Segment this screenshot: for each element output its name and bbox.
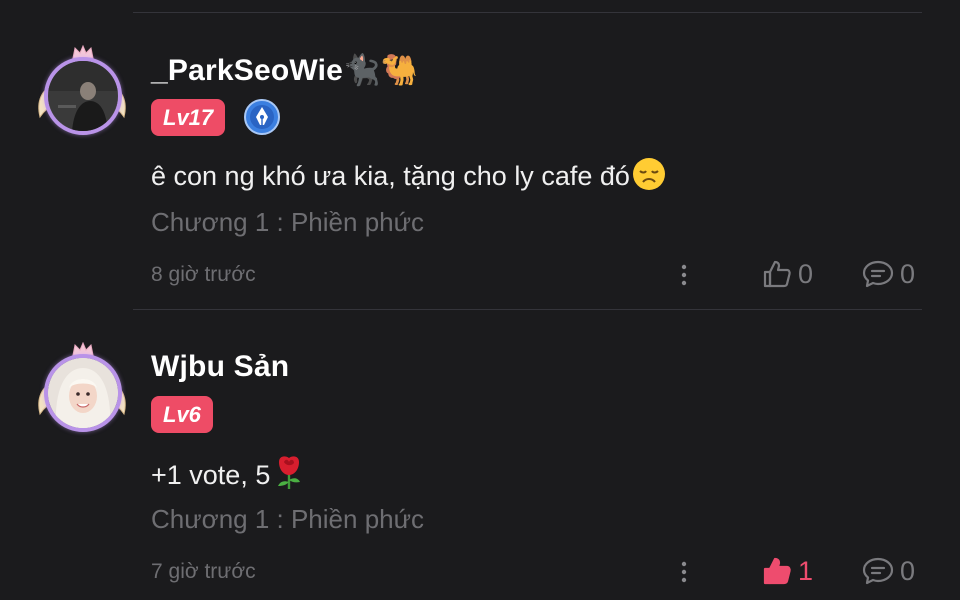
rose-icon <box>278 456 301 489</box>
like-count: 1 <box>798 555 814 586</box>
avatar[interactable] <box>36 342 128 438</box>
chapter-link[interactable]: Chương 1 : Phiền phức <box>151 207 424 238</box>
avatar[interactable] <box>36 45 128 141</box>
level-badge: Lv17 <box>151 99 226 136</box>
username[interactable]: _ParkSeoWie🐈‍⬛🐫 <box>151 53 418 88</box>
reply-count: 0 <box>900 258 916 289</box>
thumbs-up-icon <box>763 557 791 585</box>
comment-text: ê con ng khó ưa kia, tặng cho ly cafe đó <box>151 157 666 192</box>
comment-bubble-icon <box>862 260 894 288</box>
chapter-link[interactable]: Chương 1 : Phiền phức <box>151 504 424 535</box>
timestamp: 8 giờ trước <box>151 263 256 286</box>
reply-button[interactable]: 0 <box>862 555 915 587</box>
comment-body: +1 vote, 5 <box>151 460 271 490</box>
reply-count: 0 <box>900 555 916 586</box>
comment-body: ê con ng khó ưa kia, tặng cho ly cafe đó <box>151 161 630 191</box>
pen-nib-badge-icon <box>244 99 280 135</box>
comment-text: +1 vote, 5 <box>151 454 306 491</box>
comment-item: _ParkSeoWie🐈‍⬛🐫 Lv17 ê con ng khó ưa kia… <box>0 13 960 310</box>
avatar-image <box>44 57 122 135</box>
like-count: 0 <box>798 258 814 289</box>
thumbs-up-icon <box>763 260 791 288</box>
avatar-photo-icon <box>48 61 118 131</box>
disappointed-face-icon <box>632 158 665 190</box>
reply-button[interactable]: 0 <box>862 258 915 290</box>
more-vertical-icon[interactable] <box>676 560 692 584</box>
avatar-photo-icon <box>48 358 118 428</box>
timestamp: 7 giờ trước <box>151 560 256 583</box>
like-button[interactable]: 0 <box>762 258 813 290</box>
avatar-image <box>44 354 122 432</box>
username[interactable]: Wjbu Sản <box>151 350 289 384</box>
comment-bubble-icon <box>862 557 894 585</box>
like-button[interactable]: 1 <box>762 555 813 587</box>
more-vertical-icon[interactable] <box>676 263 692 287</box>
comment-item: Wjbu Sản Lv6 +1 vote, 5 Chương 1 : Phiền… <box>0 310 960 600</box>
comment-feed: _ParkSeoWie🐈‍⬛🐫 Lv17 ê con ng khó ưa kia… <box>0 0 960 600</box>
level-badge: Lv6 <box>151 396 213 433</box>
